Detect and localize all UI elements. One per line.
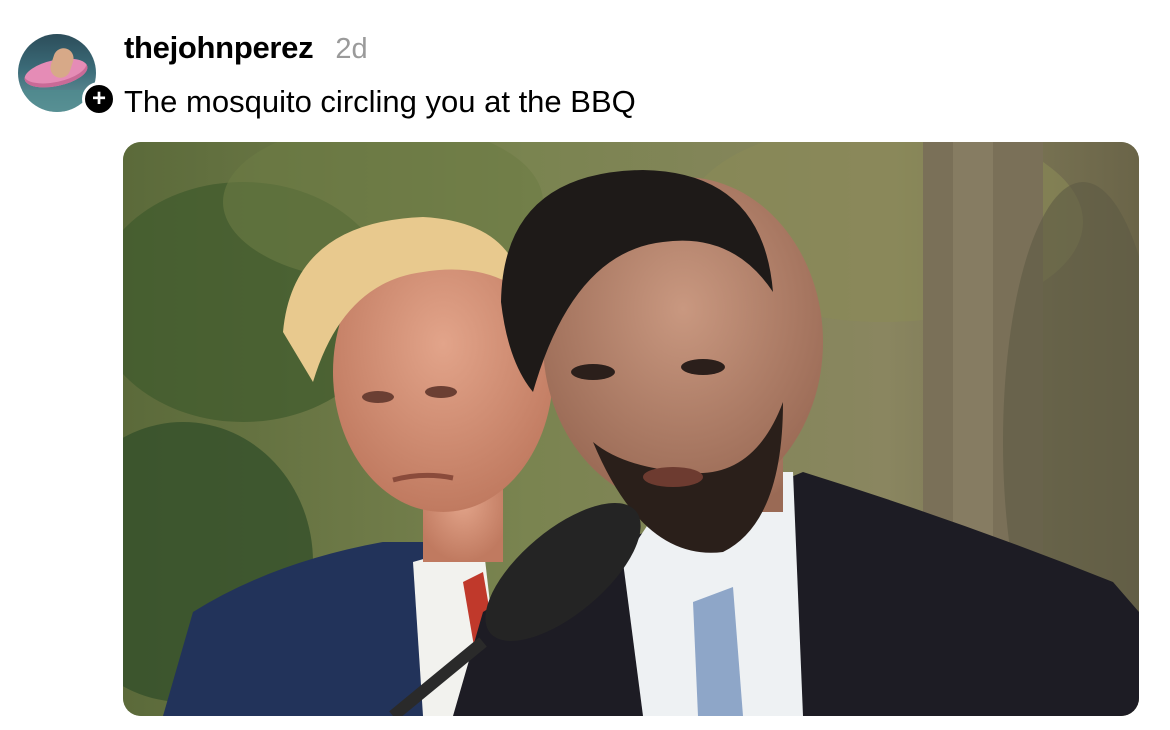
- post-timestamp[interactable]: 2d: [335, 33, 367, 66]
- post-header: thejohnperez 2d: [124, 30, 368, 70]
- username-link[interactable]: thejohnperez: [124, 30, 314, 66]
- follow-plus-icon[interactable]: +: [82, 82, 116, 116]
- photo-illustration: [123, 142, 1139, 716]
- post-image[interactable]: [123, 142, 1139, 716]
- post-caption: The mosquito circling you at the BBQ: [124, 84, 636, 119]
- author-avatar-container[interactable]: +: [18, 34, 116, 116]
